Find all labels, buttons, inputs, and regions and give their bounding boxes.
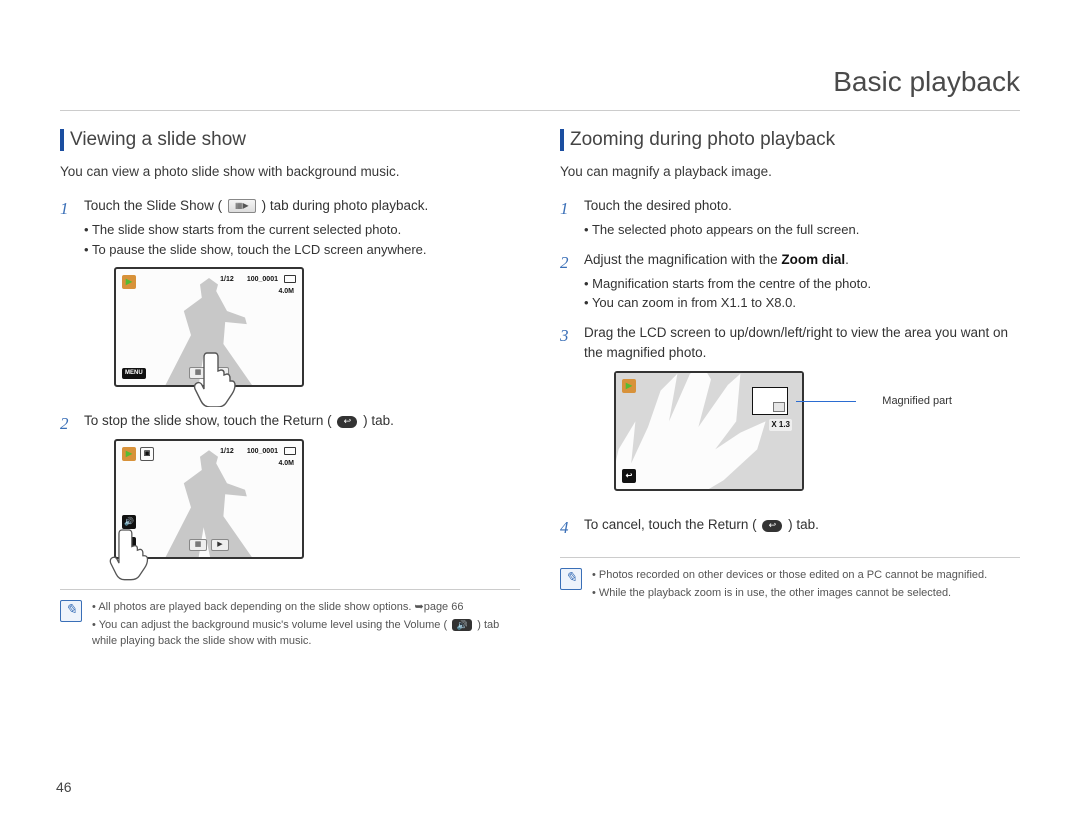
step1-text-pre: Touch the Slide Show ( <box>84 198 222 213</box>
note-icon: ✎ <box>560 568 582 590</box>
return-icon: ↩ <box>762 520 782 532</box>
rstep2-bullet2: You can zoom in from X1.1 to X8.0. <box>584 293 1020 313</box>
step-body: Touch the Slide Show ( ▦▶ ) tab during p… <box>84 196 520 401</box>
rstep1-text: Touch the desired photo. <box>584 198 732 213</box>
osd-bottom-buttons: ▦ ▶ <box>189 539 229 551</box>
left-section-title: Viewing a slide show <box>70 129 246 151</box>
left-intro: You can view a photo slide show with bac… <box>60 163 520 182</box>
right-note-list: Photos recorded on other devices or thos… <box>592 568 987 604</box>
step-number: 4 <box>560 515 574 541</box>
magnification-label: X 1.3 <box>769 419 792 431</box>
zoom-dial-label: Zoom dial <box>781 252 845 267</box>
left-note-2: You can adjust the background music's vo… <box>92 618 520 650</box>
right-step-3: 3 Drag the LCD screen to up/down/left/ri… <box>560 323 1020 506</box>
left-note-list: All photos are played back depending on … <box>92 600 520 652</box>
step1-bullet2: To pause the slide show, touch the LCD s… <box>84 240 520 260</box>
osd-filename: 100_0001 <box>247 275 278 286</box>
right-column: Zooming during photo playback You can ma… <box>560 129 1020 652</box>
return-button-icon: ↩ <box>622 469 636 483</box>
menu-button-icon: MENU <box>122 368 146 379</box>
section-bar-icon <box>60 129 64 151</box>
left-step-1: 1 Touch the Slide Show ( ▦▶ ) tab during… <box>60 196 520 401</box>
link-arrow-icon: ➥ <box>414 601 423 613</box>
step-number: 2 <box>60 411 74 573</box>
volume-icon: 🔊 <box>452 619 472 631</box>
right-note-box: ✎ Photos recorded on other devices or th… <box>560 557 1020 604</box>
osd-size: 4.0M <box>278 459 294 470</box>
rstep2-bullet1: Magnification starts from the centre of … <box>584 274 1020 294</box>
left-note-box: ✎ All photos are played back depending o… <box>60 589 520 652</box>
magnified-viewport-icon <box>773 402 785 412</box>
page-number: 46 <box>56 779 72 795</box>
magnified-area-indicator <box>752 387 788 415</box>
step2-text-post: ) tab. <box>363 413 394 428</box>
right-step-4: 4 To cancel, touch the Return ( ↩ ) tab. <box>560 515 1020 541</box>
slideshow-tab-icon: ▦▶ <box>228 199 256 213</box>
callout-text: Magnified part <box>882 393 952 410</box>
page-title: Basic playback <box>60 60 1020 98</box>
step-number: 3 <box>560 323 574 506</box>
thumbnail-button-icon: ▦ <box>189 539 207 551</box>
left-step-2: 2 To stop the slide show, touch the Retu… <box>60 411 520 573</box>
right-section-title: Zooming during photo playback <box>570 129 835 151</box>
page-title-wrap: Basic playback <box>60 60 1020 111</box>
note-icon: ✎ <box>60 600 82 622</box>
rstep2-post: . <box>845 252 849 267</box>
section-head-right: Zooming during photo playback <box>560 129 1020 151</box>
rstep4-pre: To cancel, touch the Return ( <box>584 517 757 532</box>
step-number: 2 <box>560 250 574 313</box>
left-steps: 1 Touch the Slide Show ( ▦▶ ) tab during… <box>60 196 520 574</box>
osd-count: 1/12 <box>220 447 234 458</box>
rstep3-text: Drag the LCD screen to up/down/left/righ… <box>584 325 1008 360</box>
lcd-screenshot-2: ▣ 1/12 100_0001 4.0M 🔊 ↩ ▦ ▶ <box>114 439 304 559</box>
right-note-1: Photos recorded on other devices or thos… <box>592 568 987 584</box>
callout-line-icon <box>796 401 856 402</box>
page: Basic playback Viewing a slide show You … <box>0 0 1080 652</box>
rstep4-post: ) tab. <box>788 517 819 532</box>
step-number: 1 <box>60 196 74 401</box>
rstep1-bullet1: The selected photo appears on the full s… <box>584 220 1020 240</box>
return-icon: ↩ <box>337 416 357 428</box>
battery-icon <box>284 275 296 283</box>
right-intro: You can magnify a playback image. <box>560 163 1020 182</box>
touch-hand-icon <box>191 349 241 407</box>
section-head-left: Viewing a slide show <box>60 129 520 151</box>
photo-mode-icon: ▣ <box>140 447 154 461</box>
play-mode-icon <box>122 447 136 461</box>
battery-icon <box>284 447 296 455</box>
step1-bullets: The slide show starts from the current s… <box>84 220 520 259</box>
right-note-2: While the playback zoom is in use, the o… <box>592 586 987 602</box>
section-bar-icon <box>560 129 564 151</box>
lcd-screenshot-1: 1/12 100_0001 4.0M MENU ▦ ▶ <box>114 267 304 387</box>
step-number: 1 <box>560 196 574 240</box>
right-step-1: 1 Touch the desired photo. The selected … <box>560 196 1020 240</box>
right-steps: 1 Touch the desired photo. The selected … <box>560 196 1020 541</box>
osd-filename: 100_0001 <box>247 447 278 458</box>
play-mode-icon <box>122 275 136 289</box>
step1-bullet1: The slide show starts from the current s… <box>84 220 520 240</box>
play-mode-icon <box>622 379 636 393</box>
step1-text-post: ) tab during photo playback. <box>262 198 429 213</box>
touch-hand-icon <box>107 525 153 581</box>
step-body: To stop the slide show, touch the Return… <box>84 411 520 573</box>
osd-count: 1/12 <box>220 275 234 286</box>
columns: Viewing a slide show You can view a phot… <box>60 129 1020 652</box>
right-step-2: 2 Adjust the magnification with the Zoom… <box>560 250 1020 313</box>
step2-text-pre: To stop the slide show, touch the Return… <box>84 413 332 428</box>
left-column: Viewing a slide show You can view a phot… <box>60 129 520 652</box>
lcd-screenshot-zoom: ↩ X 1.3 Magnified part <box>614 371 804 491</box>
osd-size: 4.0M <box>278 287 294 298</box>
left-note-1: All photos are played back depending on … <box>92 600 520 616</box>
rstep2-pre: Adjust the magnification with the <box>584 252 781 267</box>
slideshow-button-icon: ▶ <box>211 539 229 551</box>
